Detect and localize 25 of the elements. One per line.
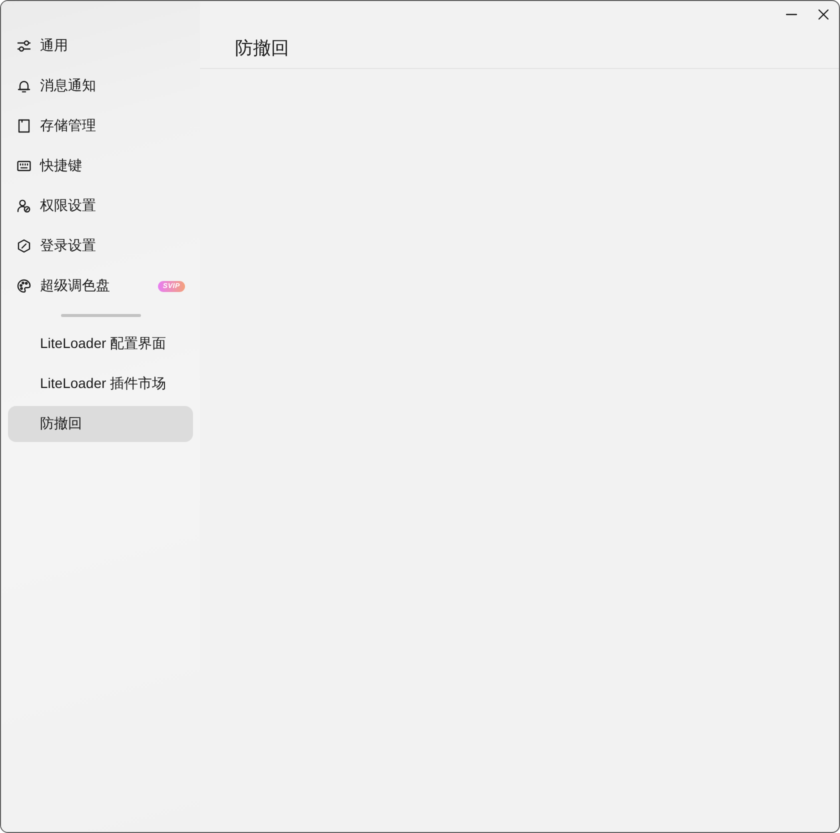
sidebar-item-label: 权限设置: [40, 197, 96, 215]
sidebar-item[interactable]: 通用: [8, 28, 193, 64]
palette-icon: [17, 279, 31, 293]
plugin-item[interactable]: LiteLoader 插件市场: [8, 366, 193, 402]
keyboard-icon: [17, 159, 31, 173]
page-title: 防撤回: [235, 36, 289, 60]
sidebar-item[interactable]: 存储管理: [8, 108, 193, 144]
sidebar-item[interactable]: 快捷键: [8, 148, 193, 184]
sidebar-item-label: 快捷键: [40, 157, 82, 175]
sidebar-item-label: 消息通知: [40, 77, 96, 95]
sidebar-item[interactable]: 登录设置: [8, 228, 193, 264]
sidebar-item-label: 通用: [40, 37, 68, 55]
plugin-item[interactable]: LiteLoader 配置界面: [8, 326, 193, 362]
plugin-item[interactable]: 防撤回: [8, 406, 193, 442]
close-icon: [818, 8, 828, 20]
sliders-icon: [17, 39, 31, 53]
sidebar-item-label: 超级调色盘: [40, 277, 110, 295]
sidebar-item[interactable]: 权限设置: [8, 188, 193, 224]
hexagon-icon: [17, 239, 31, 253]
card-icon: [17, 119, 31, 133]
sidebar-item-label: 存储管理: [40, 117, 96, 135]
sidebar-item[interactable]: 消息通知: [8, 68, 193, 104]
bell-icon: [17, 79, 31, 93]
sidebar-item-label: 登录设置: [40, 237, 96, 255]
person-icon: [17, 199, 31, 213]
